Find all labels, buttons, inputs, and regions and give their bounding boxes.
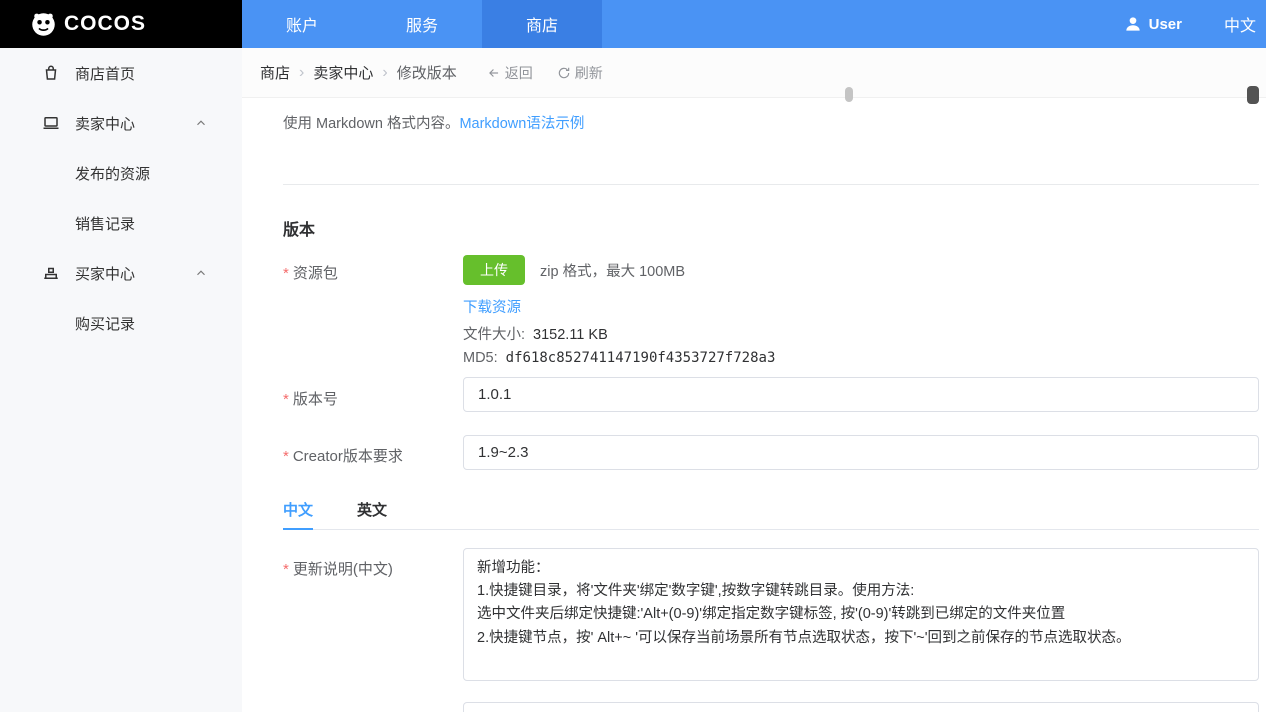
tab-chinese[interactable]: 中文 bbox=[283, 499, 314, 530]
breadcrumb-actions: 返回 刷新 bbox=[487, 63, 603, 83]
user-label: User bbox=[1148, 15, 1182, 33]
monitor-icon bbox=[42, 114, 60, 132]
version-input[interactable] bbox=[463, 377, 1259, 412]
field-label-text: Creator版本要求 bbox=[292, 448, 403, 465]
markdown-example-link[interactable]: Markdown语法示例 bbox=[459, 116, 584, 132]
sidebar-item-sales-records[interactable]: 销售记录 bbox=[0, 198, 242, 248]
main-content: 使用 Markdown 格式内容。Markdown语法示例 版本 * 资源包 上传… bbox=[242, 98, 1266, 712]
breadcrumb: 商店 › 卖家中心 › 修改版本 返回 刷新 bbox=[242, 48, 1266, 98]
field-label-text: 版本号 bbox=[292, 391, 338, 408]
markdown-hint-text: 使用 Markdown 格式内容。 bbox=[283, 116, 460, 132]
field-label-creator-version: * Creator版本要求 bbox=[283, 445, 455, 466]
section-title-version: 版本 bbox=[283, 222, 316, 239]
sidebar-item-label: 卖家中心 bbox=[75, 115, 136, 133]
user-icon bbox=[1123, 14, 1143, 34]
filesize-label: 文件大小: bbox=[463, 327, 526, 343]
required-marker: * bbox=[283, 265, 289, 282]
nav-item-services[interactable]: 服务 bbox=[362, 0, 482, 48]
nav-item-account[interactable]: 账户 bbox=[242, 0, 362, 48]
upload-button[interactable]: 上传 bbox=[463, 255, 525, 285]
creator-version-input[interactable] bbox=[463, 435, 1259, 470]
chevron-up-icon bbox=[194, 266, 208, 280]
cocos-logo-icon bbox=[30, 11, 57, 38]
language-tabs: 中文 英文 bbox=[283, 499, 1259, 530]
chevron-up-icon bbox=[194, 116, 208, 130]
top-navbar: COCOS 账户 服务 商店 User 中文 bbox=[0, 0, 1266, 48]
sidebar-item-label: 商店首页 bbox=[75, 65, 136, 83]
sidebar-item-label: 买家中心 bbox=[75, 265, 136, 283]
navbar-right: User 中文 bbox=[1123, 0, 1266, 48]
filesize-value: 3152.11 KB bbox=[533, 327, 608, 343]
filesize-row: 文件大小: 3152.11 KB bbox=[463, 323, 775, 344]
sidebar-item-label: 销售记录 bbox=[75, 215, 136, 233]
field-label-changelog-cn: * 更新说明(中文) bbox=[283, 558, 455, 579]
main-nav: 账户 服务 商店 bbox=[242, 0, 602, 48]
refresh-label: 刷新 bbox=[574, 64, 603, 81]
back-label: 返回 bbox=[504, 64, 533, 81]
refresh-icon bbox=[557, 66, 571, 80]
sidebar-item-published-assets[interactable]: 发布的资源 bbox=[0, 148, 242, 198]
breadcrumb-seller-center[interactable]: 卖家中心 bbox=[313, 62, 373, 83]
md5-row: MD5: df618c852741147190f4353727f728a3 bbox=[463, 350, 775, 366]
sidebar-item-buyer-center[interactable]: 买家中心 bbox=[0, 248, 242, 298]
sidebar-item-label: 发布的资源 bbox=[75, 165, 151, 183]
package-format-hint: zip 格式，最大 100MB bbox=[540, 263, 686, 280]
brand-logo[interactable]: COCOS bbox=[0, 0, 242, 48]
breadcrumb-store[interactable]: 商店 bbox=[260, 62, 290, 83]
back-arrow-icon bbox=[487, 66, 501, 80]
required-marker: * bbox=[283, 561, 289, 578]
user-menu[interactable]: User bbox=[1123, 14, 1182, 34]
nav-item-store[interactable]: 商店 bbox=[482, 0, 602, 48]
bag-icon bbox=[42, 64, 60, 82]
field-label-version: * 版本号 bbox=[283, 388, 455, 409]
breadcrumb-separator-icon: › bbox=[382, 63, 388, 81]
download-asset-link[interactable]: 下载资源 bbox=[463, 296, 521, 317]
breadcrumb-current-page: 修改版本 bbox=[396, 65, 457, 82]
field-label-package: * 资源包 bbox=[283, 262, 455, 283]
next-field-partial[interactable] bbox=[463, 702, 1259, 712]
language-switcher[interactable]: 中文 bbox=[1224, 12, 1256, 36]
md5-value: df618c852741147190f4353727f728a3 bbox=[505, 350, 776, 366]
tab-english[interactable]: 英文 bbox=[357, 499, 387, 529]
md5-label: MD5: bbox=[463, 350, 498, 366]
sidebar: 商店首页 卖家中心 发布的资源 销售记录 买家中心 购买记录 bbox=[0, 48, 242, 712]
section-divider bbox=[283, 184, 1259, 185]
sidebar-item-store-home[interactable]: 商店首页 bbox=[0, 48, 242, 98]
field-label-text: 资源包 bbox=[292, 265, 338, 282]
editor-scrollbar-thumb[interactable] bbox=[845, 87, 853, 102]
required-marker: * bbox=[283, 448, 289, 465]
field-label-text: 更新说明(中文) bbox=[292, 561, 393, 578]
brand-name: COCOS bbox=[64, 12, 147, 35]
markdown-hint: 使用 Markdown 格式内容。Markdown语法示例 bbox=[283, 112, 584, 133]
page-scrollbar-thumb[interactable] bbox=[1247, 86, 1259, 104]
breadcrumb-separator-icon: › bbox=[299, 63, 305, 81]
sidebar-item-purchase-records[interactable]: 购买记录 bbox=[0, 298, 242, 348]
changelog-textarea[interactable]: 新增功能： 1.快捷键目录，将'文件夹'绑定'数字键',按数字键转跳目录。使用方… bbox=[463, 548, 1259, 681]
refresh-button[interactable]: 刷新 bbox=[557, 63, 603, 83]
required-marker: * bbox=[283, 391, 289, 408]
sidebar-item-label: 购买记录 bbox=[75, 315, 136, 333]
package-field-controls: 上传 zip 格式，最大 100MB 下载资源 文件大小: 3152.11 KB … bbox=[463, 255, 775, 366]
back-button[interactable]: 返回 bbox=[487, 63, 533, 83]
sidebar-item-seller-center[interactable]: 卖家中心 bbox=[0, 98, 242, 148]
buyer-center-icon bbox=[42, 264, 60, 282]
